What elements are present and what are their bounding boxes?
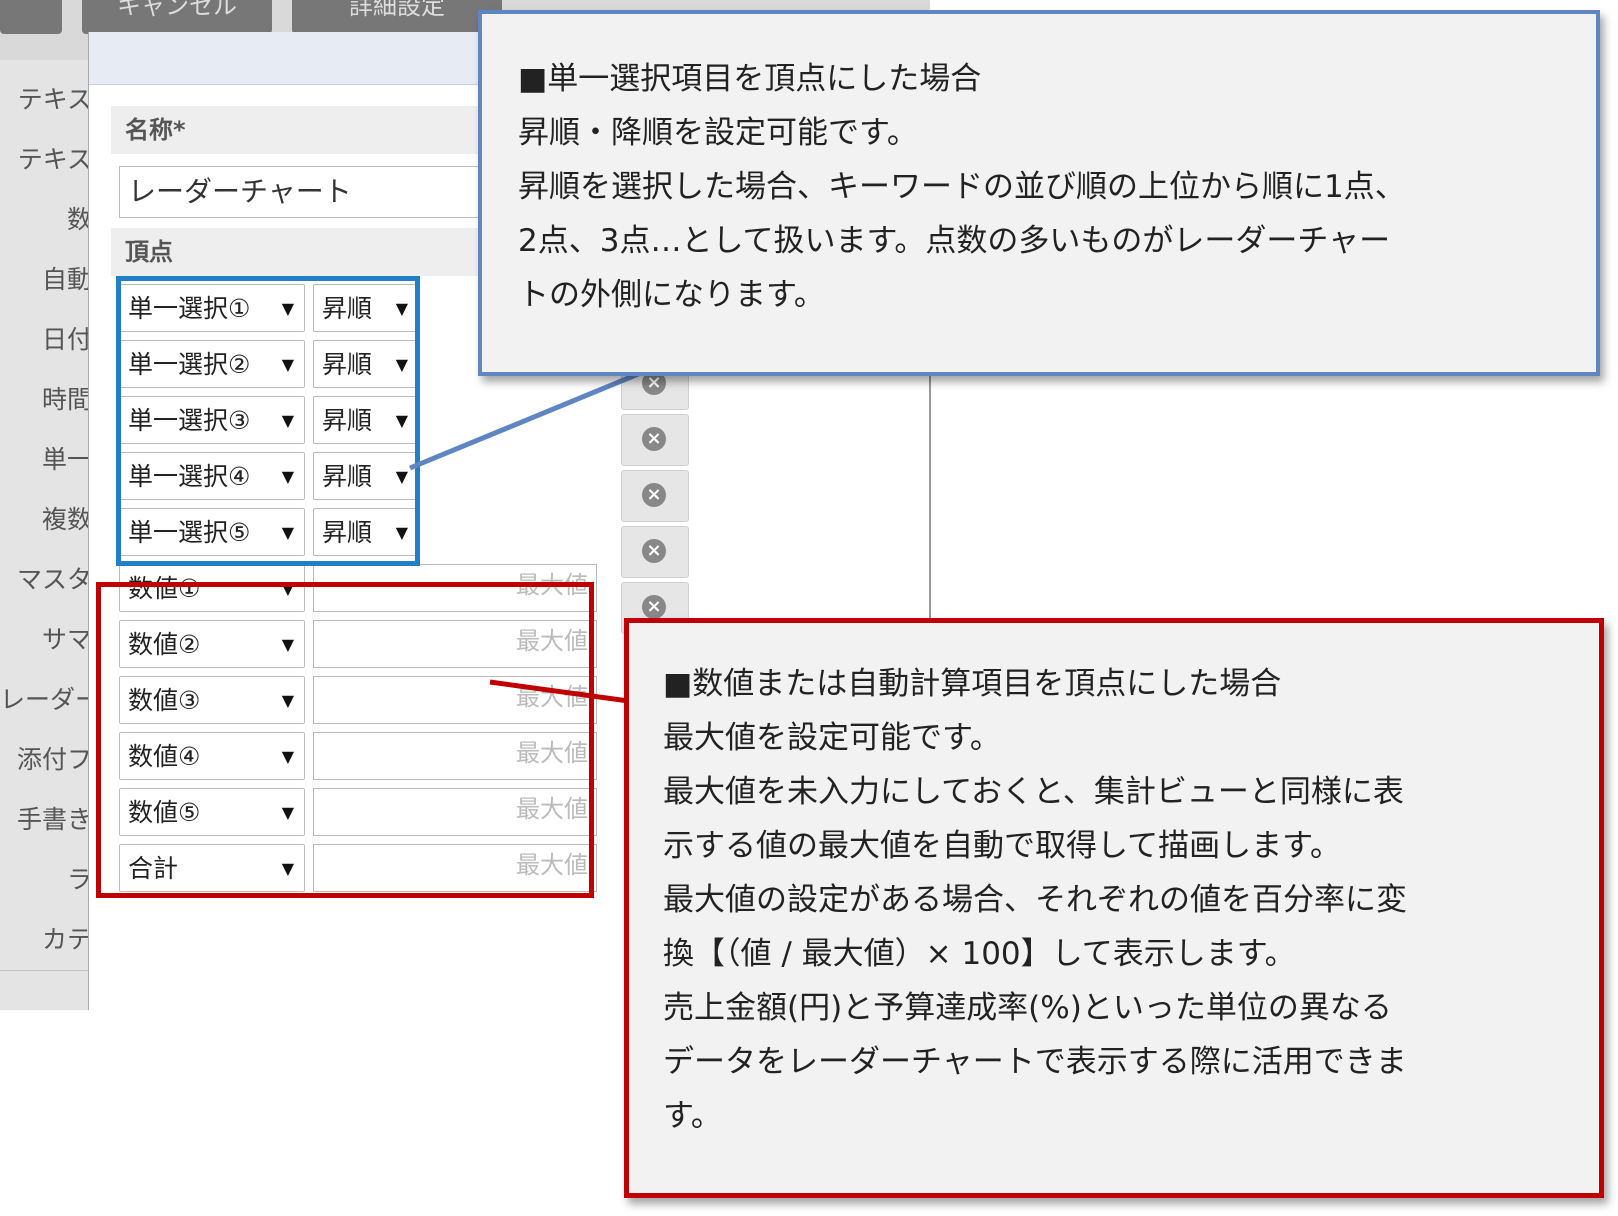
callout-line: 示する値の最大値を自動で取得して描画します。 xyxy=(663,828,1341,864)
sidebar-item[interactable]: 複数 xyxy=(0,490,92,551)
callout-line: ■数値または自動計算項目を頂点にした場合 xyxy=(663,666,1282,702)
close-icon: × xyxy=(642,427,666,451)
close-icon: × xyxy=(642,539,666,563)
sidebar-item[interactable]: 日付 xyxy=(0,310,92,371)
callout-line: ■単一選択項目を頂点にした場合 xyxy=(518,61,982,97)
single-select-highlight-frame xyxy=(116,276,420,566)
cancel-tab-label: キャンセル xyxy=(117,0,237,20)
sidebar-item[interactable]: 添付フ xyxy=(0,730,92,791)
callout-line: 最大値を設定可能です。 xyxy=(663,720,1001,756)
callout-line: データをレーダーチャートで表示する際に活用できま xyxy=(663,1044,1407,1080)
callout-line: 最大値を未入力にしておくと、集計ビューと同様に表 xyxy=(663,774,1404,810)
close-icon: × xyxy=(642,595,666,619)
close-icon: × xyxy=(642,483,666,507)
sidebar-item[interactable]: サマ xyxy=(0,610,92,671)
sidebar-item[interactable]: カテ xyxy=(0,910,92,971)
delete-row-button[interactable]: × xyxy=(621,470,689,522)
callout-line: 売上金額(円)と予算達成率(%)といった単位の異なる xyxy=(663,990,1392,1026)
numeric-callout: ■数値または自動計算項目を頂点にした場合 最大値を設定可能です。 最大値を未入力… xyxy=(624,618,1604,1198)
callout-line: す。 xyxy=(663,1098,722,1134)
advanced-settings-tab[interactable]: 詳細設定 xyxy=(292,0,502,34)
single-select-callout: ■単一選択項目を頂点にした場合 昇順・降順を設定可能です。 昇順を選択した場合、… xyxy=(478,10,1600,376)
delete-row-button[interactable]: × xyxy=(621,414,689,466)
sidebar-item[interactable]: レーダー xyxy=(0,670,92,731)
cancel-tab[interactable]: キャンセル xyxy=(82,0,272,34)
sidebar-item[interactable]: 時間 xyxy=(0,370,92,431)
callout-line: 最大値の設定がある場合、それぞれの値を百分率に変 xyxy=(663,882,1407,918)
advanced-settings-tab-label: 詳細設定 xyxy=(349,0,445,20)
callout-line: 換【（値 / 最大値）× 100】して表示します。 xyxy=(663,936,1296,972)
callout-line: 2点、3点…として扱います。点数の多いものがレーダーチャー xyxy=(518,223,1391,259)
sidebar-item[interactable]: テキス xyxy=(0,70,92,131)
name-label: 名称* xyxy=(111,106,485,154)
sidebar-item[interactable]: 数 xyxy=(0,190,92,251)
numeric-highlight-frame xyxy=(96,582,594,898)
callout-line: トの外側になります。 xyxy=(518,277,825,313)
sidebar-item[interactable]: テキス xyxy=(0,130,92,191)
sidebar-item[interactable]: ラ xyxy=(0,850,92,911)
sidebar-item[interactable]: 手書き xyxy=(0,790,92,851)
sidebar-item[interactable]: マスタ xyxy=(0,550,92,611)
sidebar-item[interactable]: 単一 xyxy=(0,430,92,491)
top-tab-left[interactable] xyxy=(0,0,62,34)
callout-line: 昇順を選択した場合、キーワードの並び順の上位から順に1点、 xyxy=(518,169,1406,205)
name-input[interactable]: レーダーチャート xyxy=(119,166,529,218)
vertex-label: 頂点 xyxy=(111,228,485,276)
sidebar-item[interactable]: 自動 xyxy=(0,250,92,311)
sidebar: テキス テキス 数 自動 日付 時間 単一 複数 マスタ サマ レーダー 添付フ… xyxy=(0,60,92,1010)
callout-line: 昇順・降順を設定可能です。 xyxy=(518,115,918,151)
delete-row-button[interactable]: × xyxy=(621,526,689,578)
